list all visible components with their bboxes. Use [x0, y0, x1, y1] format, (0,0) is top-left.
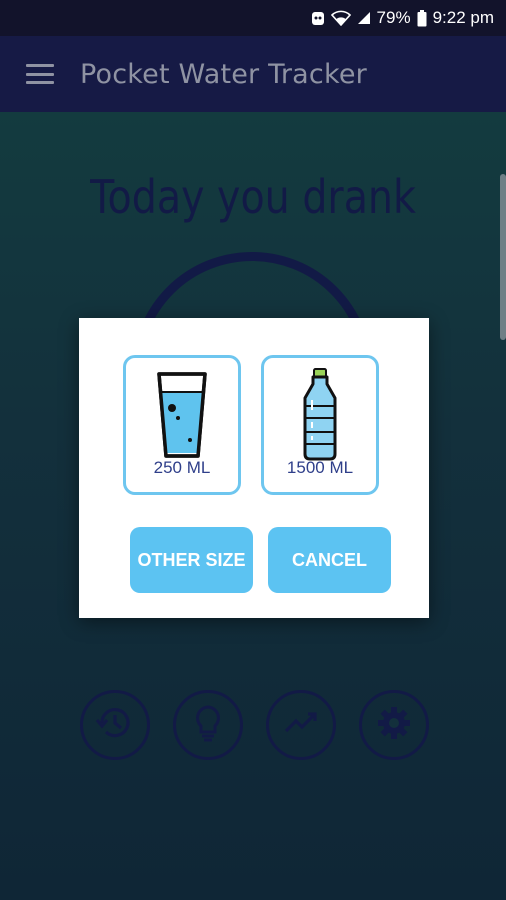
- status-bar: 79% 9:22 pm: [0, 0, 506, 36]
- notification-icon: [311, 10, 325, 26]
- drink-size-dialog: 250 ML 1500 ML OTHER SIZE CANCEL: [79, 318, 429, 618]
- wifi-icon: [330, 10, 351, 26]
- glass-250ml-option[interactable]: 250 ML: [123, 355, 241, 495]
- battery-icon: [417, 9, 427, 27]
- cancel-button[interactable]: CANCEL: [268, 527, 391, 593]
- bottle-icon: [298, 368, 342, 467]
- glass-icon: [154, 368, 210, 465]
- option-label: 1500 ML: [286, 458, 354, 477]
- hamburger-menu-icon[interactable]: [26, 64, 54, 84]
- clock: 9:22 pm: [432, 8, 494, 27]
- bottle-1500ml-option[interactable]: 1500 ML: [261, 355, 379, 495]
- option-label: 250 ML: [153, 458, 211, 477]
- battery-percent: 79%: [376, 8, 411, 27]
- other-size-button[interactable]: OTHER SIZE: [130, 527, 253, 593]
- signal-icon: [357, 11, 371, 25]
- app-title: Pocket Water Tracker: [80, 58, 367, 90]
- app-bar: Pocket Water Tracker: [0, 36, 506, 112]
